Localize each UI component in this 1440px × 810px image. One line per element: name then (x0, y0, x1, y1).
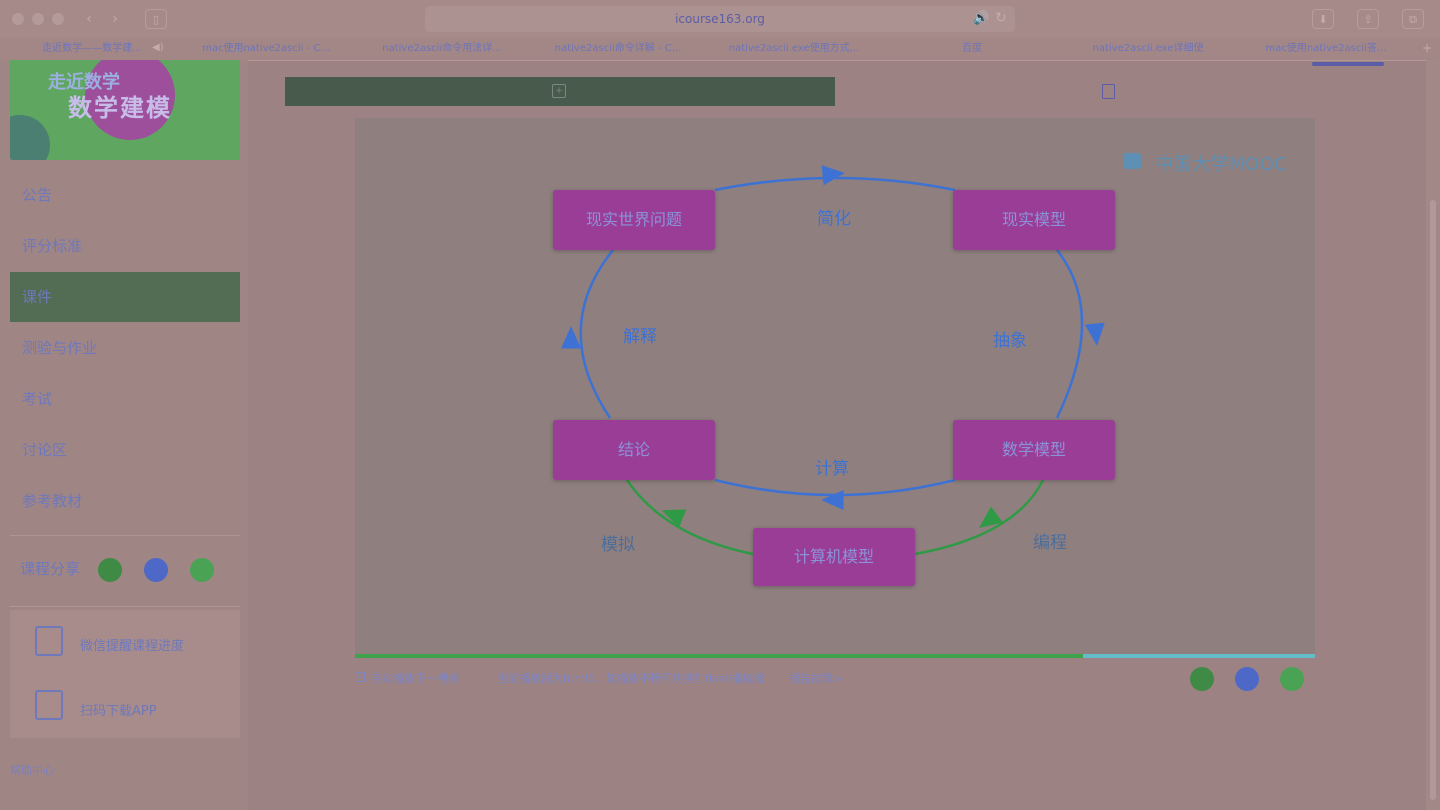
close-window-button[interactable] (12, 13, 24, 25)
sidebar-toggle-icon[interactable]: ▯ (145, 9, 167, 29)
app-promo: 微信提醒课程进度 扫码下载APP (10, 610, 240, 738)
qq-icon[interactable] (1280, 667, 1304, 691)
bookmark-item[interactable]: native2ascii命令用法详... (354, 38, 530, 60)
document-icon[interactable] (1102, 84, 1115, 99)
nav-textbooks[interactable]: 参考教材 (10, 476, 240, 526)
speaker-icon[interactable]: 🔊 (973, 11, 989, 26)
download-app-link[interactable]: 扫码下载APP (80, 700, 157, 719)
banner-subtitle: 数学建模 (68, 94, 172, 122)
address-bar[interactable]: icourse163.org 🔊 ↻ (425, 6, 1015, 32)
browser-toolbar: ‹ › ▯ icourse163.org 🔊 ↻ ⬇ ⇪ ⧉ (0, 0, 1440, 38)
expand-icon[interactable]: + (552, 84, 566, 98)
bookmark-item[interactable]: mac使用native2ascii答... (1236, 38, 1416, 60)
share-icon[interactable]: ⇪ (1357, 9, 1379, 29)
back-button[interactable]: ‹ (78, 9, 100, 29)
nav-forum[interactable]: 讨论区 (10, 425, 240, 475)
player-notice: 当前播放器为html5，如播放不畅可切换到flash播放器 (497, 672, 765, 685)
forward-button[interactable]: › (104, 9, 126, 29)
label-simulate: 模拟 (601, 535, 635, 555)
qq-icon[interactable] (190, 558, 214, 582)
phone-icon (35, 690, 63, 720)
downloads-icon[interactable]: ⬇ (1312, 9, 1334, 29)
player-options: ✓ 自动播放下一视频 当前播放器为html5，如播放不畅可切换到flash播放器… (355, 668, 1315, 690)
edge-simplify (714, 176, 956, 192)
video-progress-bar[interactable] (355, 654, 1315, 658)
node-conclusion: 结论 (553, 420, 715, 480)
wechat-icon[interactable] (98, 558, 122, 582)
bookmark-item[interactable]: native2ascii.exe使用方式... (706, 38, 882, 60)
course-banner[interactable]: 走近数学 数学建模 (10, 60, 240, 160)
bookmark-item[interactable]: 百度 (884, 38, 1060, 60)
nav-announcement[interactable]: 公告 (10, 170, 240, 220)
video-title-bar: + (285, 77, 835, 106)
reload-icon[interactable]: ↻ (995, 10, 1007, 26)
autoplay-label: 自动播放下一视频 (371, 672, 459, 685)
bookmark-item[interactable]: native2ascii命令详解 - C... (530, 38, 706, 60)
course-share: 课程分享 (10, 535, 240, 607)
nav-courseware[interactable]: 课件 (10, 272, 240, 322)
wechat-reminder-link[interactable]: 微信提醒课程进度 (80, 635, 184, 654)
weibo-icon[interactable] (144, 558, 168, 582)
tabs-icon[interactable]: ⧉ (1402, 9, 1424, 29)
label-simplify: 简化 (817, 209, 851, 229)
course-sidebar: 走近数学 数学建模 公告 评分标准 课件 测验与作业 考试 讨论区 参考教材 课… (0, 60, 248, 810)
node-real-problem: 现实世界问题 (553, 190, 715, 250)
banner-decoration (10, 115, 50, 160)
reminder-icon (35, 626, 63, 656)
address-text: icourse163.org (675, 12, 765, 26)
weibo-icon[interactable] (1235, 667, 1259, 691)
nav-grading[interactable]: 评分标准 (10, 221, 240, 271)
edge-abstract (1055, 249, 1084, 419)
label-abstract: 抽象 (993, 331, 1027, 351)
autoplay-checkbox[interactable]: ✓ (355, 672, 365, 682)
node-computer-model: 计算机模型 (753, 528, 915, 586)
node-math-model: 数学模型 (953, 420, 1115, 480)
minimize-window-button[interactable] (32, 13, 44, 25)
edge-interpret (579, 249, 614, 419)
audio-icon: ◀) (152, 42, 164, 53)
video-progress-fill (355, 654, 1083, 658)
scrollbar-thumb[interactable] (1430, 200, 1436, 800)
bookmark-item[interactable]: 走近数学——数学建... (12, 38, 172, 60)
wechat-icon[interactable] (1190, 667, 1214, 691)
tab-indicator (1312, 62, 1384, 66)
bookmark-item[interactable]: mac使用native2ascii - C... (178, 38, 354, 60)
edge-compute (714, 478, 956, 497)
bookmark-item[interactable]: native2ascii.exe详细使 (1060, 38, 1236, 60)
edge-simulate (625, 479, 754, 556)
label-interpret: 解释 (623, 327, 657, 347)
edge-program (914, 479, 1045, 556)
nav-exam[interactable]: 考试 (10, 374, 240, 424)
help-center-link[interactable]: 帮助中心 (10, 762, 54, 778)
label-compute: 计算 (815, 459, 849, 479)
node-real-model: 现实模型 (953, 190, 1115, 250)
label-program: 编程 (1033, 533, 1067, 553)
add-bookmark-icon[interactable]: + (1422, 41, 1432, 55)
nav-quizzes[interactable]: 测验与作业 (10, 323, 240, 373)
share-label: 课程分享 (20, 560, 81, 578)
video-player[interactable]: 中国大学MOOC 现实世界问题 现实模型 数学模型 计算机模型 结论 简化 抽象… (355, 118, 1315, 656)
zoom-window-button[interactable] (52, 13, 64, 25)
bookmarks-bar: 走近数学——数学建... ◀) mac使用native2ascii - C...… (0, 38, 1440, 61)
report-issue-link[interactable]: 报告故障> (789, 670, 842, 686)
